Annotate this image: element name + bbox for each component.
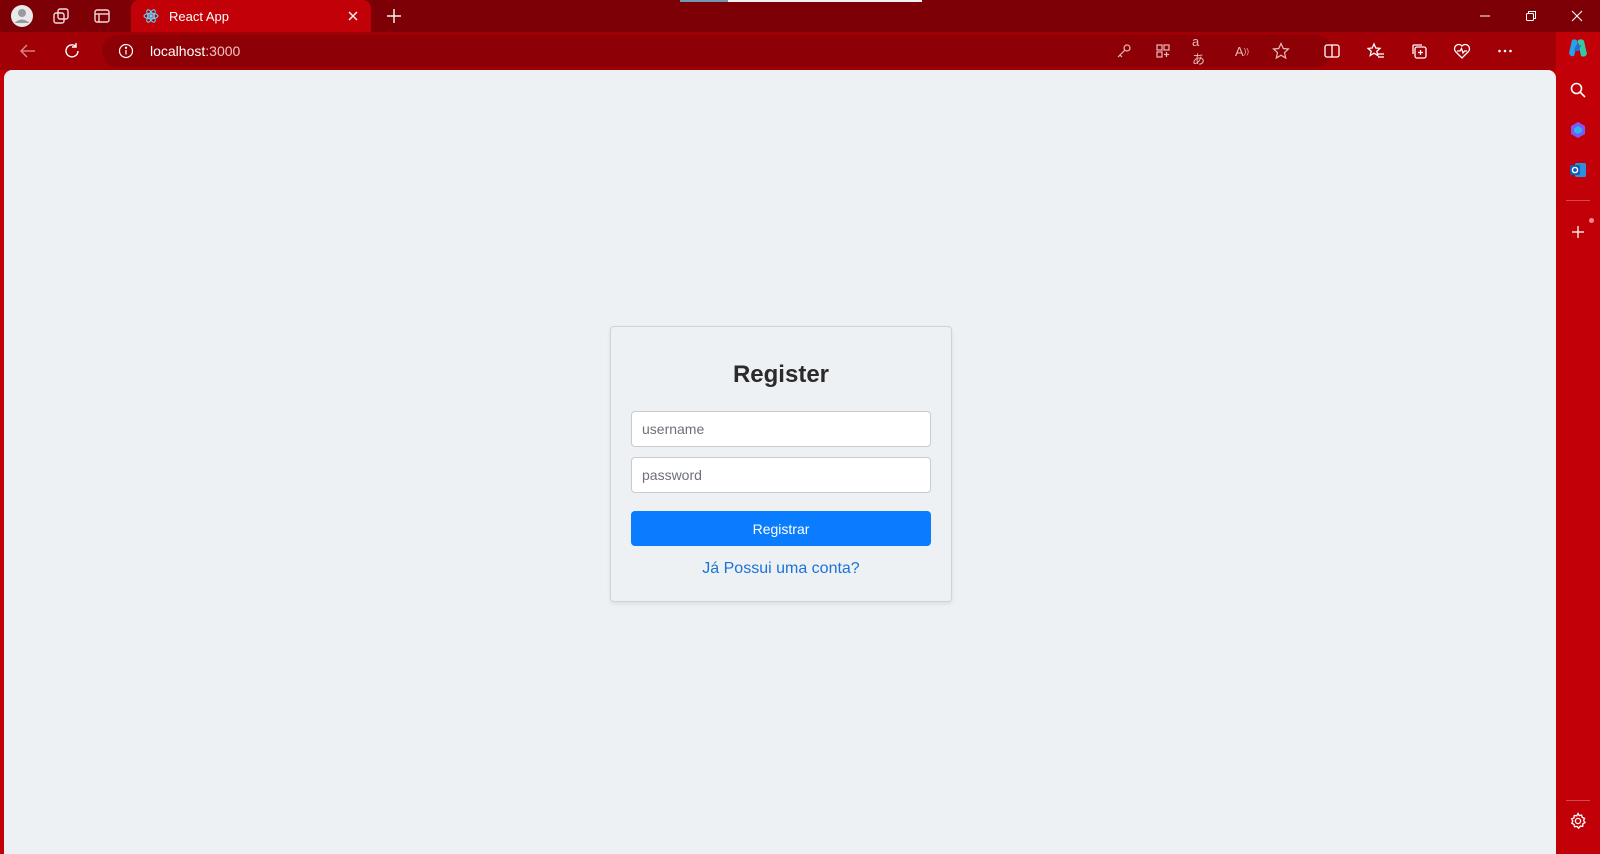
search-icon[interactable] xyxy=(1564,76,1592,104)
url-port: :3000 xyxy=(205,43,241,59)
app-available-icon[interactable] xyxy=(1153,41,1173,61)
restore-icon[interactable] xyxy=(1508,0,1554,32)
drag-indicator xyxy=(680,0,922,2)
url-text[interactable]: localhost:3000 xyxy=(150,43,240,59)
page-viewport: Register Registrar Já Possui uma conta? xyxy=(4,70,1556,854)
key-icon[interactable] xyxy=(1114,41,1134,61)
notification-dot xyxy=(1589,218,1594,223)
read-aloud-icon[interactable]: A)) xyxy=(1232,41,1252,61)
close-window-icon[interactable] xyxy=(1554,0,1600,32)
username-input[interactable] xyxy=(631,411,931,447)
translate-icon[interactable]: aあ xyxy=(1192,34,1212,67)
register-button[interactable]: Registrar xyxy=(631,511,931,546)
title-bar: React App xyxy=(0,0,1600,32)
login-link[interactable]: Já Possui uma conta? xyxy=(611,560,951,578)
add-sidebar-app-icon[interactable] xyxy=(1564,218,1592,246)
password-input[interactable] xyxy=(631,457,931,493)
favorite-star-icon[interactable] xyxy=(1271,41,1291,61)
back-icon[interactable] xyxy=(14,37,42,65)
profile-avatar-icon[interactable] xyxy=(8,4,36,28)
settings-more-icon[interactable] xyxy=(1491,37,1519,65)
favorites-icon[interactable] xyxy=(1362,37,1390,65)
register-card: Register Registrar Já Possui uma conta? xyxy=(610,326,952,602)
navigation-bar: localhost:3000 aあ A)) xyxy=(0,32,1556,70)
tab-react-app[interactable]: React App xyxy=(131,0,371,32)
register-title: Register xyxy=(732,361,830,388)
sidebar-divider xyxy=(1566,800,1590,801)
microsoft-365-icon[interactable] xyxy=(1564,116,1592,144)
minimize-icon[interactable] xyxy=(1462,0,1508,32)
react-logo-icon xyxy=(143,8,159,24)
outlook-icon[interactable] xyxy=(1564,156,1592,184)
tab-close-icon[interactable] xyxy=(341,4,365,28)
browser-essentials-icon[interactable] xyxy=(1448,37,1476,65)
workspaces-icon[interactable] xyxy=(47,4,75,28)
collections-icon[interactable] xyxy=(1405,37,1433,65)
sidebar-settings-gear-icon[interactable] xyxy=(1564,807,1592,835)
address-bar[interactable]: localhost:3000 aあ A)) xyxy=(102,34,1332,67)
sidebar-divider xyxy=(1566,200,1590,201)
site-info-icon[interactable] xyxy=(116,41,136,61)
tab-actions-icon[interactable] xyxy=(88,4,116,28)
edge-sidebar xyxy=(1556,32,1600,854)
tab-title: React App xyxy=(169,8,229,24)
refresh-icon[interactable] xyxy=(58,37,86,65)
copilot-icon[interactable] xyxy=(1564,34,1592,62)
new-tab-icon[interactable] xyxy=(380,4,408,28)
split-screen-icon[interactable] xyxy=(1318,37,1346,65)
url-host: localhost xyxy=(150,43,206,59)
